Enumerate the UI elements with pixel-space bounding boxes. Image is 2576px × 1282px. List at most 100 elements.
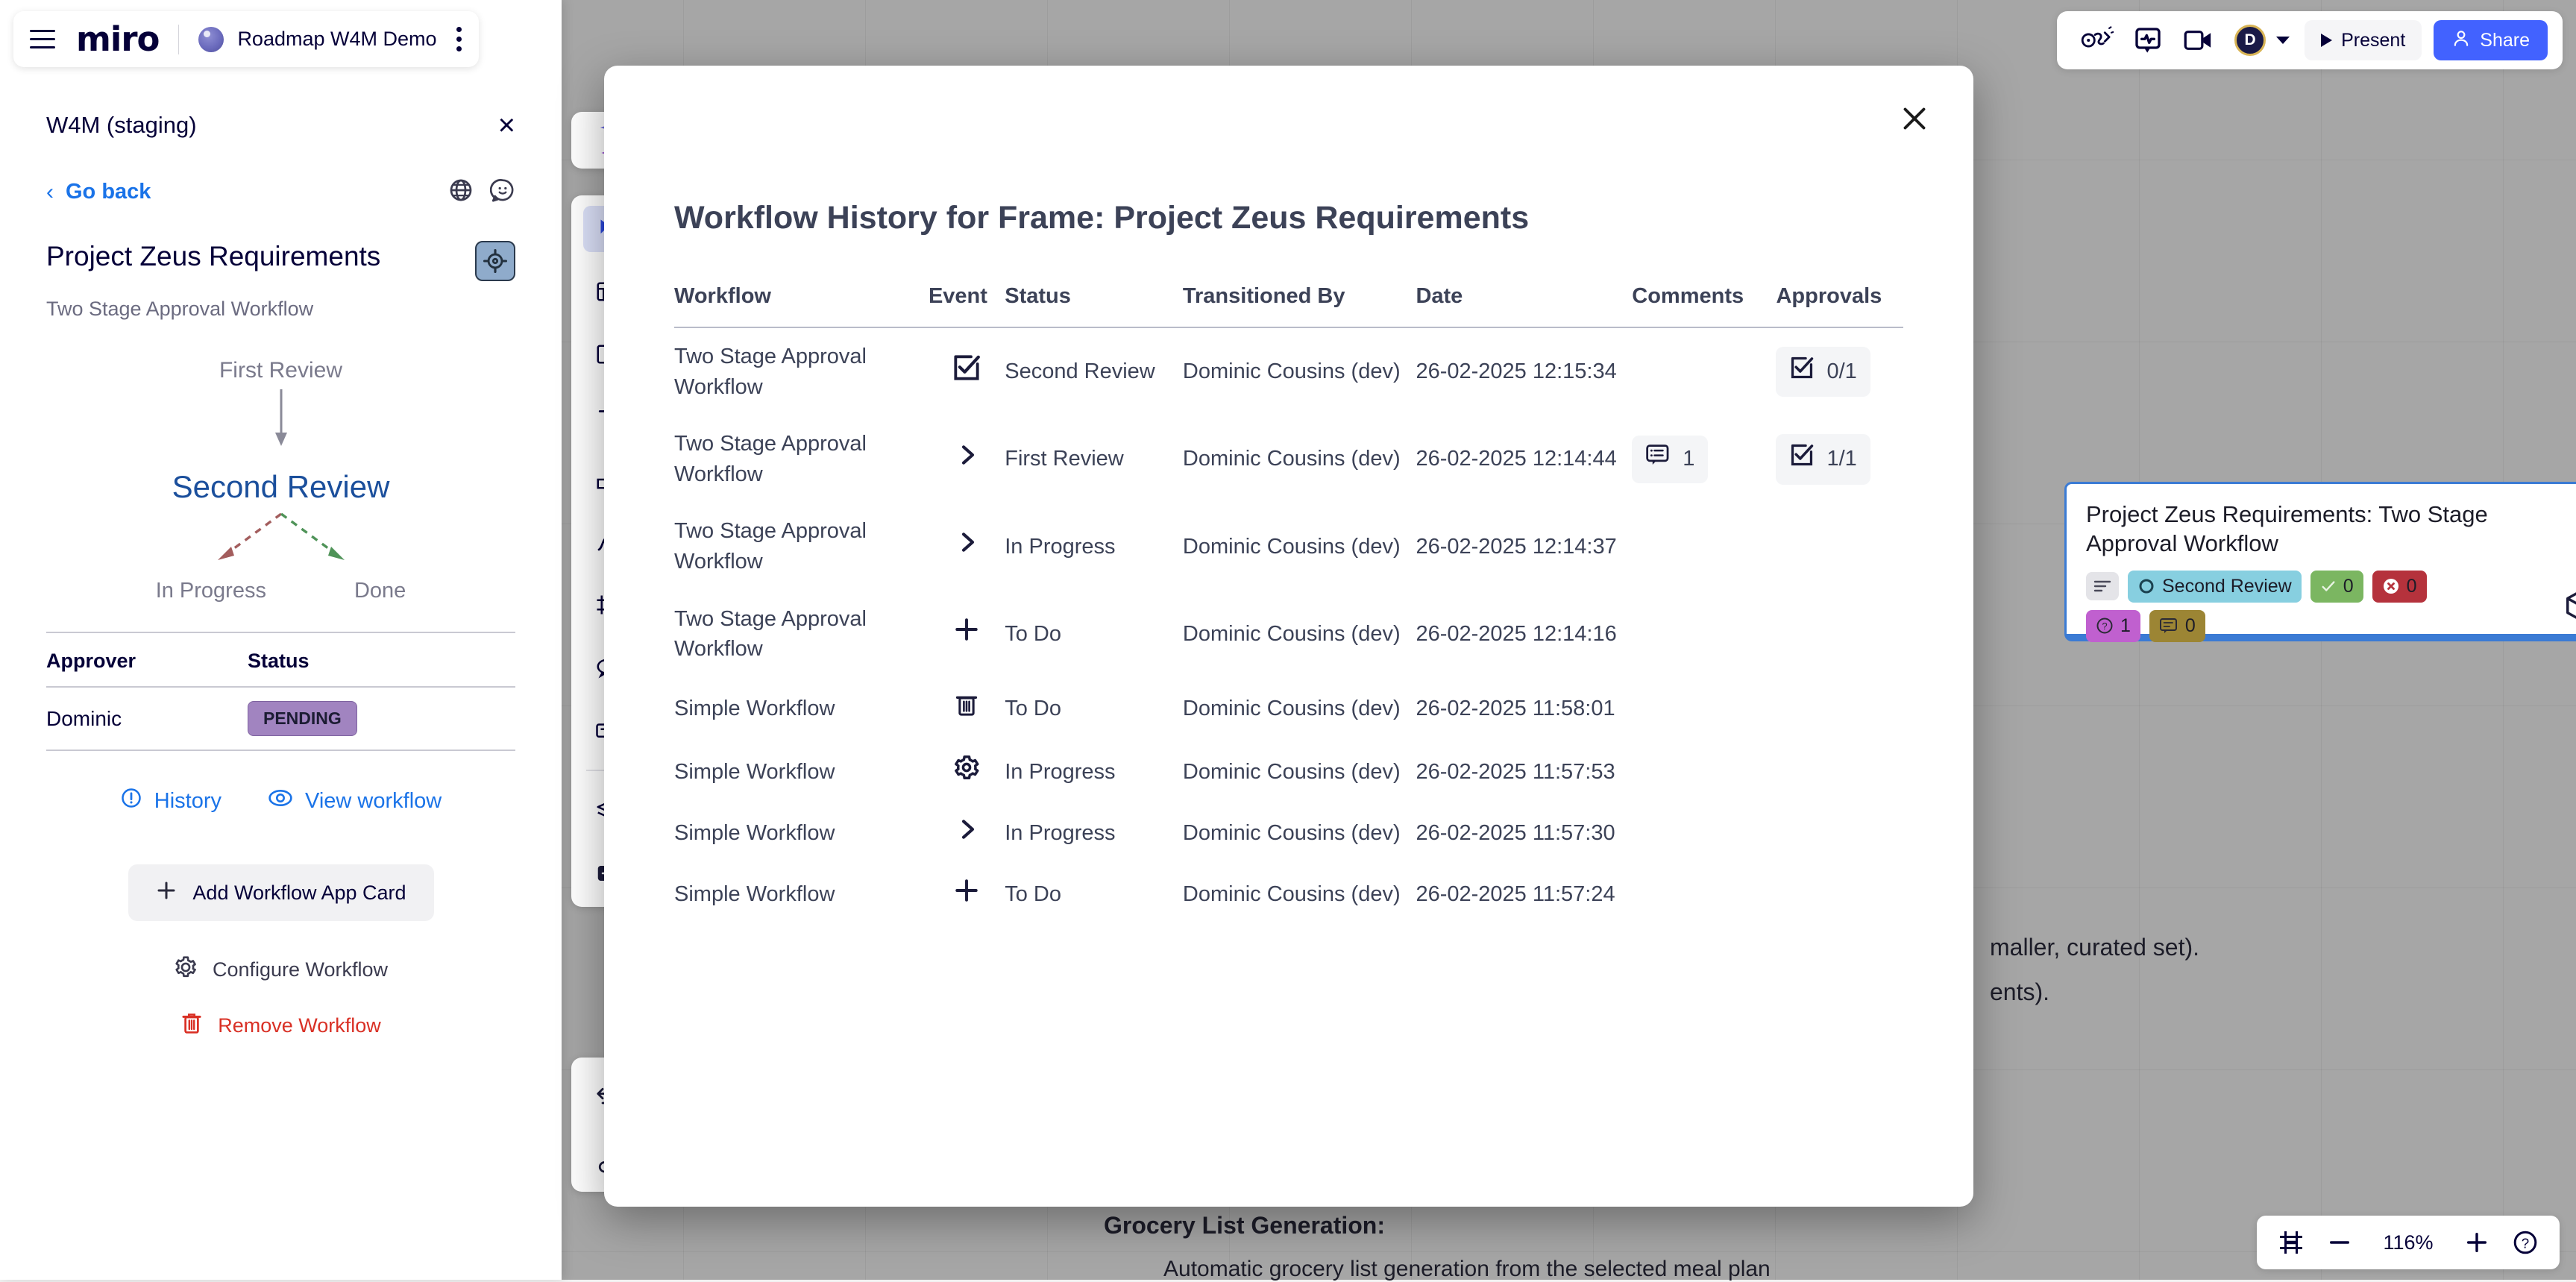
approver-column-header: Approver [46,650,248,673]
cell-date: 26-02-2025 12:15:34 [1416,327,1632,415]
approvals-count: 1/1 [1826,444,1856,474]
person-icon [2451,28,2471,53]
chevron-right-icon [955,448,978,472]
cell-event [929,327,1005,415]
column-header-transitioned-by: Transitioned By [1183,284,1416,327]
cell-date: 26-02-2025 11:57:30 [1416,804,1632,864]
approver-name: Dominic [46,707,248,731]
plus-icon [953,885,980,909]
add-workflow-app-card-button[interactable]: Add Workflow App Card [128,864,434,921]
history-link[interactable]: History [120,787,222,815]
trash-icon [180,1011,203,1040]
chevron-down-icon[interactable] [2276,37,2290,44]
activity-comment-icon[interactable] [2129,21,2167,60]
help-icon[interactable]: ? [2512,1229,2539,1256]
column-header-comments: Comments [1632,284,1776,327]
cell-status: First Review [1005,415,1183,503]
close-icon[interactable] [1891,95,1938,142]
circle-outline-icon [2137,577,2155,595]
plus-icon [155,879,178,907]
workflow-app-card[interactable]: Project Zeus Requirements: Two Stage App… [2064,482,2576,641]
go-back-button[interactable]: ‹ Go back [46,180,151,205]
history-link-label: History [154,789,222,814]
workflow-next-state-0: In Progress [156,579,266,603]
target-icon[interactable] [475,241,515,281]
gear-icon [952,763,981,787]
fit-frame-icon[interactable] [2278,1229,2305,1256]
cell-transitioned-by: Dominic Cousins (dev) [1183,678,1416,741]
zoom-controls: 116% ? [2257,1216,2560,1269]
sidebar-close-button[interactable]: × [498,110,515,140]
cell-event [929,804,1005,864]
sidebar-links: History View workflow [46,787,515,815]
app-card-comment-count: 0 [2185,615,2196,637]
kebab-menu-icon[interactable] [456,27,462,51]
cell-date: 26-02-2025 11:58:01 [1416,678,1632,741]
column-header-approvals: Approvals [1776,284,1903,327]
cell-status: In Progress [1005,740,1183,804]
svg-text:?: ? [2522,1236,2529,1251]
share-button[interactable]: Share [2434,20,2548,60]
approvals-pill[interactable]: 1/1 [1776,434,1870,485]
sidebar-workflow-name: Two Stage Approval Workflow [46,298,515,321]
sidebar-frame-title: Project Zeus Requirements [46,241,380,273]
canvas-doc-line-2: ents). [1990,978,2049,1006]
cell-comments: 1 [1632,415,1776,503]
table-body: Two Stage Approval WorkflowSecond Review… [674,327,1903,926]
zoom-in-button[interactable] [2464,1230,2489,1255]
app-card-rejected-chip[interactable]: 0 [2372,571,2427,603]
board-title[interactable]: Roadmap W4M Demo [237,28,436,51]
cell-comments [1632,804,1776,864]
checkbox-checked-icon [1789,355,1815,389]
app-card-approved-chip[interactable]: 0 [2310,571,2363,603]
app-card-badges: Second Review 0 0 [2086,571,2565,603]
go-back-label: Go back [66,180,151,204]
app-card-status-chip[interactable]: Second Review [2128,571,2302,603]
cell-comments [1632,740,1776,804]
comment-icon [1645,444,1671,475]
zoom-out-button[interactable] [2327,1230,2352,1255]
app-card-title: Project Zeus Requirements: Two Stage App… [2086,500,2565,559]
celebration-icon[interactable] [2078,21,2117,60]
cell-approvals: 0/1 [1776,327,1903,415]
play-icon [2321,34,2332,47]
app-card-pending-chip[interactable]: ? 1 [2086,610,2140,642]
hamburger-icon[interactable] [30,30,55,48]
cell-status: To Do [1005,678,1183,741]
globe-icon[interactable] [448,177,474,207]
cell-date: 26-02-2025 12:14:16 [1416,591,1632,678]
table-row: Simple WorkflowIn ProgressDominic Cousin… [674,804,1903,864]
remove-workflow-button[interactable]: Remove Workflow [46,1011,515,1040]
cell-event [929,678,1005,741]
cell-event [929,503,1005,590]
cell-workflow: Simple Workflow [674,864,929,926]
smiley-chat-icon[interactable] [490,177,515,207]
sidebar-app-title: W4M (staging) [46,112,197,139]
cell-comments [1632,591,1776,678]
zoom-level[interactable]: 116% [2375,1231,2442,1254]
topbar-divider [178,25,179,54]
cell-status: In Progress [1005,804,1183,864]
svg-text:?: ? [2102,620,2107,632]
add-workflow-app-card-label: Add Workflow App Card [192,882,406,905]
present-button[interactable]: Present [2305,20,2422,60]
cell-event [929,415,1005,503]
cell-approvals [1776,678,1903,741]
sidebar-navigation-row: ‹ Go back [46,177,515,207]
avatar[interactable]: D [2234,25,2290,56]
video-call-icon[interactable] [2179,21,2218,60]
plus-icon [953,624,980,648]
approver-table: Approver Status Dominic PENDING [46,632,515,751]
column-header-date: Date [1416,284,1632,327]
workflow-sidebar-panel[interactable]: W4M (staging) × ‹ Go back Project Zeus R… [0,0,562,1280]
comments-pill[interactable]: 1 [1632,436,1708,483]
approver-table-header: Approver Status [46,633,515,688]
sidebar-frame-row: Project Zeus Requirements [46,241,515,281]
table-header-row: Workflow Event Status Transitioned By Da… [674,284,1903,327]
workflow-branch-arrows [46,511,515,571]
configure-workflow-button[interactable]: Configure Workflow [46,955,515,984]
app-card-comment-chip[interactable]: 0 [2149,610,2205,642]
canvas-doc-bullet-sub: Automatic grocery list generation from t… [1163,1257,1771,1282]
approvals-pill[interactable]: 0/1 [1776,347,1870,398]
view-workflow-link[interactable]: View workflow [268,787,442,815]
